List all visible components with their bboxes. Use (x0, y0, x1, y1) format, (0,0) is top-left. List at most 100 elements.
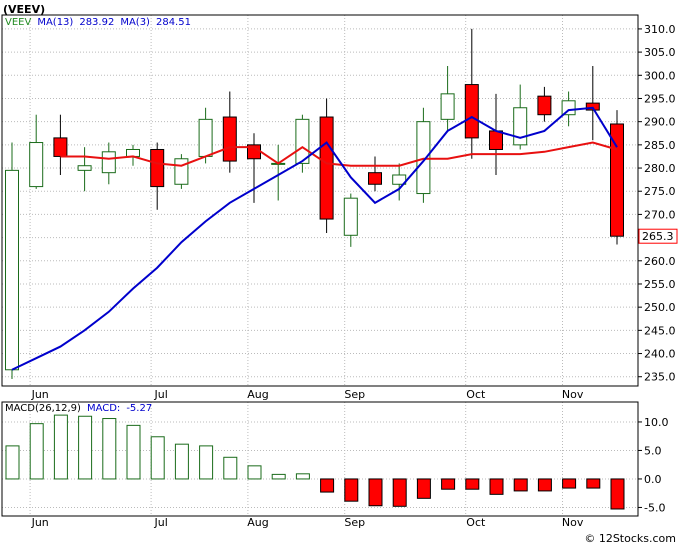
candle-body (464, 84, 479, 139)
candle-body (5, 169, 19, 371)
last-price-label: 265.3 (642, 230, 674, 243)
candle (464, 28, 479, 159)
macd-panel-frame (1, 401, 639, 517)
candle (343, 193, 358, 247)
macd-legend: MACD(26,12,9) MACD: -5.27 (5, 403, 152, 414)
candles (5, 28, 624, 380)
price-tick-label: 245.0 (644, 324, 676, 337)
macd-bar (223, 456, 238, 480)
macd-legend-item: MACD(26,12,9) (5, 403, 81, 414)
chart-title: (VEEV) (3, 3, 45, 16)
macd-bar (489, 478, 504, 495)
candle (150, 142, 165, 210)
macd-bar (102, 418, 117, 480)
copyright-footer: © 12Stocks.com (584, 532, 676, 545)
candle-body (53, 137, 68, 157)
x-month-label: Oct (466, 388, 486, 401)
candle (513, 84, 528, 150)
candle-body (440, 93, 455, 120)
candle-body (126, 148, 140, 157)
macd-x-month-label: Jul (154, 516, 168, 529)
macd-bars (5, 414, 625, 510)
candle-body (513, 107, 528, 146)
candle-body (101, 151, 116, 174)
macd-bar (199, 445, 214, 480)
price-tick-label: 295.0 (644, 92, 676, 105)
macd-x-month-label: Sep (344, 516, 365, 529)
candle (126, 144, 140, 166)
candle (174, 154, 189, 189)
price-tick-label: 240.0 (644, 348, 676, 361)
candle-body (537, 95, 552, 116)
price-tick-label: 255.0 (644, 278, 676, 291)
macd-bar (586, 478, 601, 489)
candle-body (416, 121, 431, 195)
candle-body (319, 116, 334, 220)
price-legend: VEEV MA(13) 283.92 MA(3) 284.51 (5, 17, 191, 28)
macd-x-month-label: Jun (31, 516, 49, 529)
macd-x-month-label: Nov (562, 516, 584, 529)
macd-bar (368, 478, 383, 507)
candle (585, 66, 600, 141)
macd-bar (610, 478, 625, 510)
macd-bar (126, 424, 141, 480)
x-month-label: Sep (344, 388, 365, 401)
macd-legend-item: MACD: (87, 403, 120, 414)
price-tick-label: 305.0 (644, 46, 676, 59)
candle (489, 93, 503, 175)
price-tick-label: 250.0 (644, 301, 676, 314)
macd-bar (392, 478, 407, 507)
price-tick-label: 270.0 (644, 208, 676, 221)
candle-body (222, 116, 237, 162)
candle (53, 114, 68, 175)
macd-tick-label: 0.0 (644, 473, 662, 486)
x-month-label: Jun (31, 388, 49, 401)
price-legend-item: 284.51 (156, 17, 191, 28)
macd-bar (150, 436, 165, 480)
macd-bar (271, 473, 286, 480)
macd-bar (562, 478, 577, 489)
macd-grid (2, 402, 638, 516)
price-legend-item: MA(3) (120, 17, 150, 28)
macd-x-month-label: Oct (466, 516, 486, 529)
price-tick-label: 280.0 (644, 162, 676, 175)
price-legend-item: 283.92 (79, 17, 114, 28)
price-tick-label: 275.0 (644, 185, 676, 198)
candle (368, 156, 382, 192)
price-axis: 235.0240.0245.0250.0255.0260.0265.0270.0… (638, 23, 676, 384)
price-x-axis: Jun Jul Aug Sep Oct Nov (31, 388, 584, 401)
macd-bar (247, 465, 262, 480)
macd-bar (465, 478, 480, 490)
candle (29, 114, 44, 189)
macd-bar (174, 443, 189, 480)
macd-bar (320, 478, 335, 493)
macd-bar (29, 423, 44, 480)
price-legend-item: MA(13) (37, 17, 73, 28)
candle-body (150, 148, 165, 188)
last-price-tag: 265.3 (638, 228, 678, 244)
price-legend-item: VEEV (5, 17, 31, 28)
candle (610, 110, 624, 245)
price-tick-label: 285.0 (644, 139, 676, 152)
candle-body (343, 197, 358, 236)
candle-body (489, 130, 503, 150)
macd-bar (441, 478, 456, 490)
macd-axis: 10.0 5.0 0.0 -5.0 (638, 416, 669, 514)
candle-body (174, 158, 189, 185)
macd-bar (5, 445, 20, 480)
stock-chart: 235.0240.0245.0250.0255.0260.0265.0270.0… (1, 3, 678, 545)
price-tick-label: 300.0 (644, 69, 676, 82)
candle-body (198, 118, 213, 157)
macd-bar (416, 478, 431, 499)
x-month-label: Jul (154, 388, 168, 401)
candle (5, 142, 19, 380)
macd-bar (537, 478, 552, 492)
macd-x-axis: Jun Jul Aug Sep Oct Nov (31, 516, 584, 529)
candle-body (561, 100, 576, 116)
price-tick-label: 310.0 (644, 23, 676, 36)
macd-tick-label: 10.0 (644, 416, 669, 429)
ma3-line (60, 141, 618, 167)
candle-body (77, 165, 92, 171)
candle (392, 163, 407, 201)
candle (537, 86, 552, 122)
